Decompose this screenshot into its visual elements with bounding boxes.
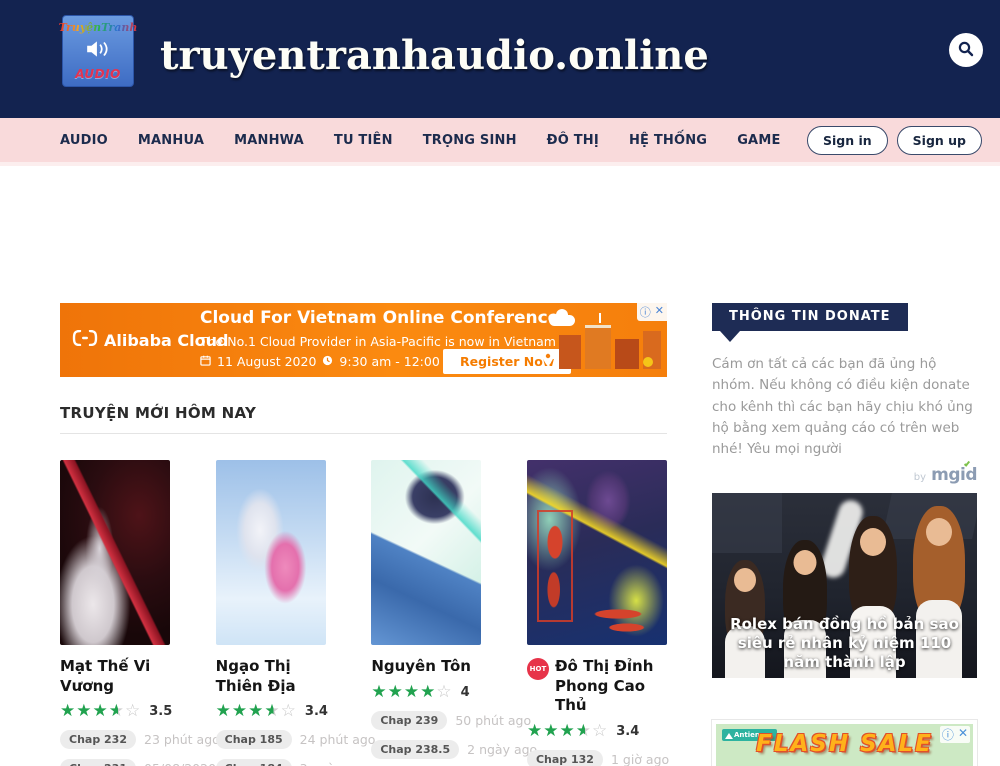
nav-item-manhwa[interactable]: MANHWA [234, 133, 304, 148]
star-rating-icons: ★★★★☆ [527, 723, 608, 740]
chapter-link[interactable]: Chap 132 [527, 750, 603, 766]
comic-title-row: Nguyên Tôn [371, 657, 481, 677]
search-icon [957, 40, 975, 61]
comic-card: Nguyên Tôn ★★★★☆ 4 Chap 239 50 phút ago … [371, 460, 481, 766]
nav-items: AUDIO MANHUA MANHWA TU TIÊN TRỌNG SINH Đ… [60, 133, 781, 148]
chapter-row: Chap 232 23 phút ago [60, 730, 170, 749]
chapter-time: 24 phút ago [300, 732, 376, 747]
section-divider [60, 433, 667, 434]
comic-title[interactable]: Đô Thị Đỉnh Phong Cao Thủ [555, 657, 667, 716]
chapter-link[interactable]: Chap 185 [216, 730, 292, 749]
chapter-row: Chap 185 24 phút ago [216, 730, 326, 749]
comic-cover[interactable] [371, 460, 481, 645]
site-title[interactable]: truyentranhaudio.online [160, 32, 709, 79]
star-rating-icons: ★★★★☆ [371, 684, 452, 701]
mgid-by-label: by [914, 472, 926, 483]
hot-badge: HOT [527, 658, 549, 680]
banner-date: 11 August 2020 [217, 354, 316, 369]
auth-buttons: Sign in Sign up [807, 126, 982, 155]
cover-script-decor [575, 605, 661, 635]
star-rating-icons: ★★★★☆ [60, 703, 141, 720]
nav-item-do-thi[interactable]: ĐÔ THỊ [547, 133, 599, 148]
alibaba-cloud-icon [72, 330, 98, 350]
comic-card: Mạt Thế Vi Vương ★★★★☆ 3.5 Chap 232 23 p… [60, 460, 170, 766]
chapter-time: 23 phút ago [144, 732, 220, 747]
banner-decor-cityscape [542, 303, 667, 377]
rating-value: 3.5 [149, 704, 172, 719]
chapter-link[interactable]: Chap 232 [60, 730, 136, 749]
comic-title-row: HOT Đô Thị Đỉnh Phong Cao Thủ [527, 657, 667, 716]
header: TruyệnTranh AUDIO truyentranhaudio.onlin… [0, 0, 1000, 118]
main-content: Alibaba Cloud Cloud For Vietnam Online C… [60, 303, 667, 766]
comic-title[interactable]: Nguyên Tôn [371, 657, 471, 677]
donate-ribbon-notch [720, 331, 740, 342]
nav-item-audio[interactable]: AUDIO [60, 133, 108, 148]
chapter-row: Chap 231 05/08/2020 [60, 759, 170, 766]
chapter-time: 05/08/2020 [144, 761, 216, 766]
page: TruyệnTranh AUDIO truyentranhaudio.onlin… [0, 0, 1000, 766]
chapter-link[interactable]: Chap 231 [60, 759, 136, 766]
comic-cover[interactable] [60, 460, 170, 645]
comic-title-row: Mạt Thế Vi Vương [60, 657, 170, 696]
chapter-row: Chap 184 3 ngày ago [216, 759, 326, 766]
donate-ribbon: THÔNG TIN DONATE [712, 303, 908, 331]
mgid-logo[interactable]: mgid [931, 465, 977, 485]
chapter-time: 1 giờ ago [611, 752, 669, 766]
chapter-time: 3 ngày ago [300, 761, 370, 766]
flash-sale-ad[interactable]: Antien.vn ⓘ ✕ FLASH SALE XEM NGAY [712, 720, 977, 766]
mgid-attribution: by mgid [712, 465, 977, 485]
nav-item-trong-sinh[interactable]: TRỌNG SINH [423, 133, 517, 148]
comic-cover[interactable] [216, 460, 326, 645]
alibaba-ad-banner[interactable]: Alibaba Cloud Cloud For Vietnam Online C… [60, 303, 667, 377]
search-button[interactable] [949, 33, 983, 67]
native-ad[interactable]: Rolex bán đồng hồ bản sao siêu rẻ nhân k… [712, 493, 977, 678]
chapter-time: 50 phút ago [455, 713, 531, 728]
chapter-link[interactable]: Chap 238.5 [371, 740, 459, 759]
clock-icon [322, 354, 333, 369]
star-rating-icons: ★★★★☆ [216, 703, 297, 720]
rating-row: ★★★★☆ 3.5 [60, 703, 170, 720]
nav-item-game[interactable]: GAME [737, 133, 780, 148]
native-ad-caption: Rolex bán đồng hồ bản sao siêu rẻ nhân k… [718, 615, 971, 673]
comic-title[interactable]: Ngạo Thị Thiên Địa [216, 657, 326, 696]
rating-row: ★★★★☆ 3.4 [216, 703, 326, 720]
banner-headline: Cloud For Vietnam Online Conference [200, 308, 559, 328]
flash-sale-title: FLASH SALE [716, 731, 973, 757]
flash-sale-inner: Antien.vn ⓘ ✕ FLASH SALE XEM NGAY [716, 724, 973, 766]
nav-item-tu-tien[interactable]: TU TIÊN [334, 133, 393, 148]
nav-item-he-thong[interactable]: HỆ THỐNG [629, 133, 707, 148]
speaker-icon [85, 40, 111, 62]
comic-title[interactable]: Mạt Thế Vi Vương [60, 657, 170, 696]
site-logo[interactable]: TruyệnTranh AUDIO [62, 15, 134, 87]
comic-card: HOT Đô Thị Đỉnh Phong Cao Thủ ★★★★☆ 3.4 … [527, 460, 667, 766]
sign-up-button[interactable]: Sign up [897, 126, 982, 155]
sign-in-button[interactable]: Sign in [807, 126, 888, 155]
comic-cover[interactable] [527, 460, 667, 645]
section-title: TRUYỆN MỚI HÔM NAY [60, 404, 667, 422]
banner-subheadline: The No.1 Cloud Provider in Asia-Pacific … [200, 334, 556, 349]
rating-row: ★★★★☆ 3.4 [527, 723, 667, 740]
chapter-link[interactable]: Chap 239 [371, 711, 447, 730]
comic-card-list: Mạt Thế Vi Vương ★★★★☆ 3.5 Chap 232 23 p… [60, 460, 667, 766]
chapter-row: Chap 132 1 giờ ago [527, 750, 667, 766]
donate-text: Cám ơn tất cả các bạn đã ủng hộ nhóm. Nế… [712, 354, 977, 461]
comic-title-row: Ngạo Thị Thiên Địa [216, 657, 326, 696]
rating-value: 3.4 [616, 724, 639, 739]
logo-text-bottom: AUDIO [75, 67, 121, 81]
rating-value: 3.4 [305, 704, 328, 719]
calendar-icon [200, 354, 211, 369]
sidebar: THÔNG TIN DONATE Cám ơn tất cả các bạn đ… [712, 303, 977, 766]
main-nav: AUDIO MANHUA MANHWA TU TIÊN TRỌNG SINH Đ… [0, 118, 1000, 166]
chapter-row: Chap 239 50 phút ago [371, 711, 481, 730]
rating-value: 4 [461, 685, 470, 700]
chapter-row: Chap 238.5 2 ngày ago [371, 740, 481, 759]
rating-row: ★★★★☆ 4 [371, 684, 481, 701]
logo-text-top: TruyệnTranh [59, 21, 138, 34]
nav-item-manhua[interactable]: MANHUA [138, 133, 204, 148]
chapter-link[interactable]: Chap 184 [216, 759, 292, 766]
cover-calligraphy-decor [537, 510, 573, 622]
comic-card: Ngạo Thị Thiên Địa ★★★★☆ 3.4 Chap 185 24… [216, 460, 326, 766]
